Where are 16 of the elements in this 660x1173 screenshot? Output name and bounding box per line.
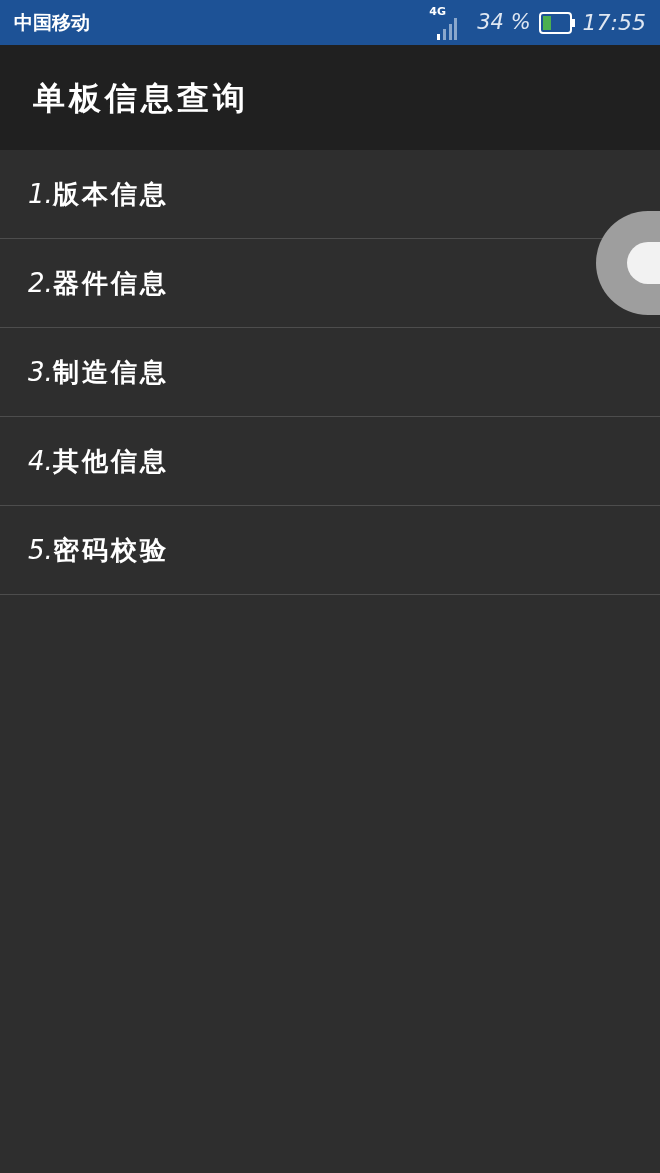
signal-icon [437, 17, 458, 40]
menu-item[interactable]: 3.制造信息 [0, 328, 660, 417]
menu-item[interactable]: 4.其他信息 [0, 417, 660, 506]
menu-item-label: 3.制造信息 [28, 355, 169, 389]
page-title: 单板信息查询 [33, 77, 249, 119]
menu-item[interactable]: 5.密码校验 [0, 506, 660, 595]
menu-item-label: 5.密码校验 [28, 533, 169, 567]
battery-percent: 34 % [477, 8, 531, 36]
carrier-name: 中国移动 [14, 10, 90, 36]
floating-assist-overlay[interactable] [596, 211, 660, 315]
clock-time: 17:55 [582, 9, 646, 37]
menu-item-label: 4.其他信息 [28, 444, 169, 478]
menu-item-label: 1.版本信息 [28, 177, 169, 211]
battery-icon [538, 11, 575, 34]
menu-item-label: 2.器件信息 [28, 266, 169, 300]
network-type: 4G [429, 5, 446, 17]
